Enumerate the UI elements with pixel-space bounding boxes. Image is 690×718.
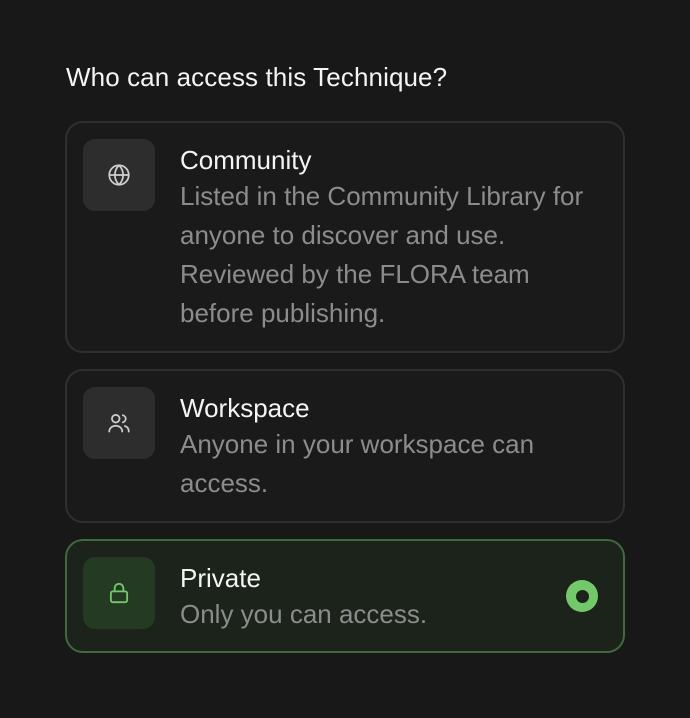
option-community-text: Community Listed in the Community Librar…	[180, 143, 600, 333]
option-description: Listed in the Community Library for anyo…	[180, 181, 584, 328]
option-private[interactable]: Private Only you can access.	[65, 539, 625, 653]
option-workspace-text: Workspace Anyone in your workspace can a…	[180, 391, 600, 503]
option-title: Workspace	[180, 393, 310, 423]
option-community[interactable]: Community Listed in the Community Librar…	[65, 121, 625, 353]
selected-radio-indicator[interactable]	[566, 580, 598, 612]
option-workspace-icon-box	[83, 387, 155, 459]
option-description: Anyone in your workspace can access.	[180, 429, 535, 498]
access-heading: Who can access this Technique?	[66, 62, 448, 92]
option-description: Only you can access.	[180, 599, 428, 629]
radio-dot	[575, 589, 589, 603]
option-workspace[interactable]: Workspace Anyone in your workspace can a…	[65, 369, 625, 523]
option-private-text: Private Only you can access.	[180, 561, 600, 634]
users-icon	[106, 410, 132, 436]
option-private-icon-box	[83, 557, 155, 629]
option-title: Private	[180, 563, 261, 593]
access-options: Community Listed in the Community Librar…	[65, 121, 625, 653]
option-community-icon-box	[83, 139, 155, 211]
option-title: Community	[180, 145, 312, 175]
lock-icon	[106, 580, 132, 606]
globe-icon	[106, 162, 132, 188]
